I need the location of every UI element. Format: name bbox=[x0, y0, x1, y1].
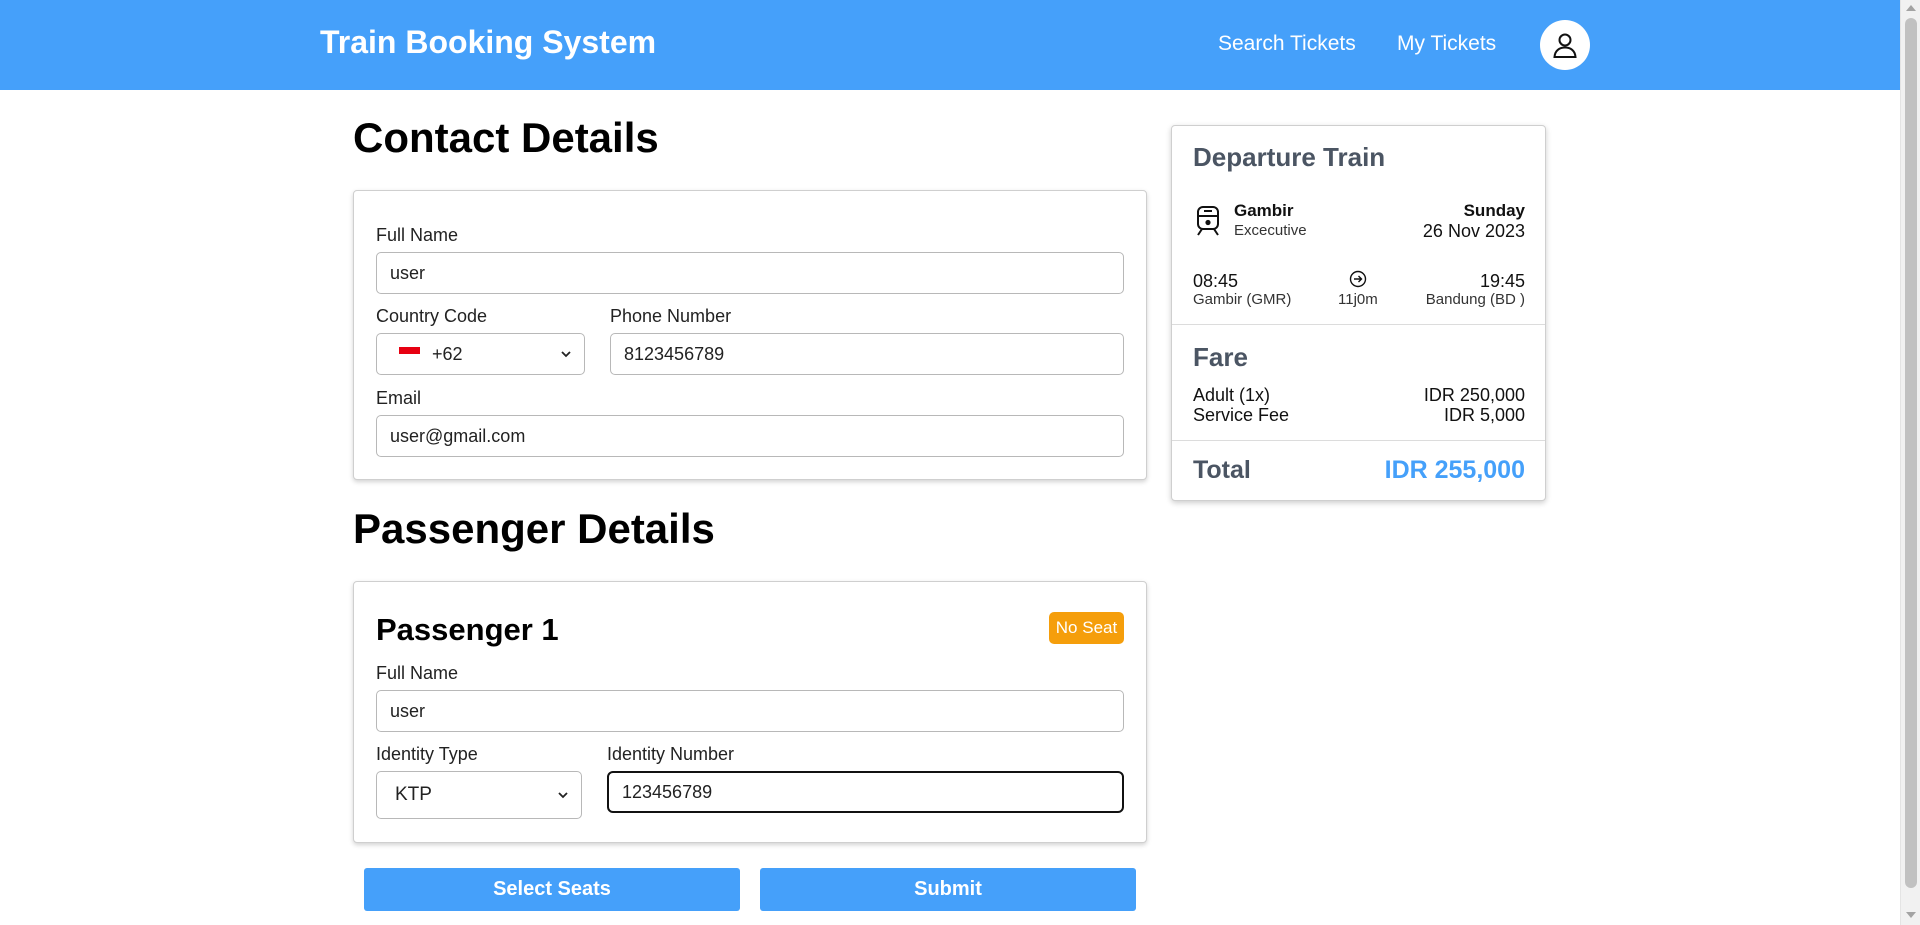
contact-details-title: Contact Details bbox=[353, 114, 659, 161]
email-label: Email bbox=[376, 388, 422, 408]
chevron-down-icon bbox=[558, 792, 568, 799]
contact-details-card: Full Name user Country Code +62 Phone Nu… bbox=[353, 190, 1147, 480]
no-seat-badge: No Seat bbox=[1049, 612, 1124, 644]
submit-button[interactable]: Submit bbox=[760, 868, 1136, 911]
page-scrollbar[interactable] bbox=[1900, 0, 1920, 925]
passenger-heading: Passenger 1 bbox=[376, 612, 559, 647]
identity-number-input[interactable]: 123456789 bbox=[607, 771, 1124, 813]
profile-button[interactable] bbox=[1540, 20, 1590, 70]
scroll-up-icon[interactable] bbox=[1906, 5, 1916, 11]
brand-title[interactable]: Train Booking System bbox=[320, 24, 656, 61]
departure-train-title: Departure Train bbox=[1193, 142, 1386, 172]
train-class: Excecutive bbox=[1234, 222, 1307, 239]
fare-item-value: IDR 250,000 bbox=[1423, 385, 1525, 405]
divider bbox=[1172, 440, 1545, 441]
passenger-full-name-input[interactable]: user bbox=[376, 690, 1124, 732]
select-seats-button[interactable]: Select Seats bbox=[364, 868, 740, 911]
fare-item-label: Adult (1x) bbox=[1193, 385, 1271, 405]
departure-summary-card: Departure Train Gambir Excecutive Sunday… bbox=[1171, 125, 1546, 501]
fare-title: Fare bbox=[1193, 342, 1248, 372]
arrow-right-circle-icon bbox=[1349, 270, 1367, 288]
arrive-time: 19:45 bbox=[1479, 271, 1525, 291]
passenger-card: Passenger 1 No Seat Full Name user Ident… bbox=[353, 581, 1147, 843]
train-icon bbox=[1197, 206, 1219, 236]
trip-duration: 11j0m bbox=[1338, 291, 1378, 308]
divider bbox=[1172, 324, 1545, 325]
depart-time: 08:45 bbox=[1193, 271, 1239, 291]
passenger-full-name-label: Full Name bbox=[376, 663, 459, 683]
phone-number-label: Phone Number bbox=[610, 306, 732, 326]
fare-item-label: Service Fee bbox=[1193, 405, 1290, 425]
scrollbar-thumb[interactable] bbox=[1905, 18, 1917, 888]
top-navbar: Train Booking System Search Tickets My T… bbox=[0, 0, 1900, 90]
user-icon bbox=[1553, 33, 1577, 58]
station-name: Gambir bbox=[1234, 201, 1294, 220]
identity-type-select[interactable]: KTP bbox=[376, 771, 582, 819]
contact-full-name-input[interactable]: user bbox=[376, 252, 1124, 294]
departure-date: 26 Nov 2023 bbox=[1422, 221, 1525, 241]
full-name-label: Full Name bbox=[376, 225, 459, 245]
scroll-down-icon[interactable] bbox=[1906, 912, 1916, 918]
nav-my-tickets[interactable]: My Tickets bbox=[1397, 32, 1496, 56]
identity-type-value: KTP bbox=[395, 784, 432, 805]
indonesia-flag-icon bbox=[399, 347, 420, 361]
chevron-down-icon bbox=[561, 351, 571, 358]
identity-number-label: Identity Number bbox=[607, 744, 735, 764]
identity-type-label: Identity Type bbox=[376, 744, 478, 764]
departure-day: Sunday bbox=[1463, 201, 1525, 220]
depart-station: Gambir (GMR) bbox=[1193, 291, 1292, 308]
fare-item-value: IDR 5,000 bbox=[1443, 405, 1525, 425]
arrive-station: Bandung (BD ) bbox=[1425, 291, 1525, 308]
total-label: Total bbox=[1193, 456, 1251, 484]
passenger-details-title: Passenger Details bbox=[353, 505, 715, 552]
country-code-label: Country Code bbox=[376, 306, 488, 326]
country-code-select[interactable]: +62 bbox=[376, 333, 585, 375]
email-input[interactable]: user@gmail.com bbox=[376, 415, 1124, 457]
phone-number-input[interactable]: 8123456789 bbox=[610, 333, 1124, 375]
total-value: IDR 255,000 bbox=[1384, 456, 1525, 484]
country-code-value: +62 bbox=[432, 343, 463, 364]
nav-search-tickets[interactable]: Search Tickets bbox=[1218, 32, 1356, 56]
